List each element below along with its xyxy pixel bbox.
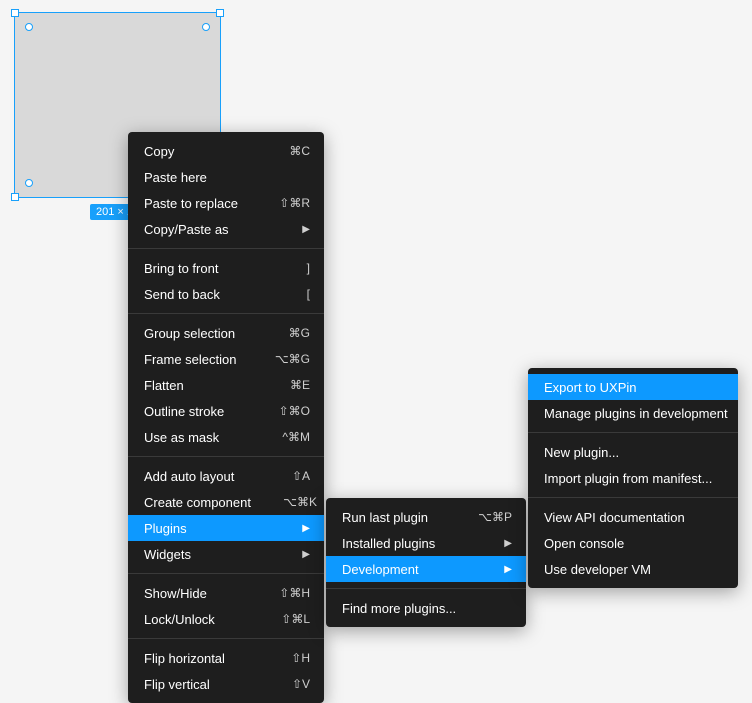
menu-use-developer-vm[interactable]: Use developer VM	[528, 556, 738, 582]
menu-label: Import plugin from manifest...	[544, 471, 724, 486]
context-menu-plugins: Run last plugin ⌥⌘P Installed plugins ▶ …	[326, 498, 526, 627]
menu-frame-selection[interactable]: Frame selection ⌥⌘G	[128, 346, 324, 372]
menu-flip-vertical[interactable]: Flip vertical ⇧V	[128, 671, 324, 697]
menu-label: Paste here	[144, 170, 310, 185]
menu-separator	[528, 432, 738, 433]
menu-separator	[128, 313, 324, 314]
menu-add-auto-layout[interactable]: Add auto layout ⇧A	[128, 463, 324, 489]
menu-label: Copy	[144, 144, 244, 159]
menu-group-selection[interactable]: Group selection ⌘G	[128, 320, 324, 346]
menu-label: Flip horizontal	[144, 651, 244, 666]
menu-label: Open console	[544, 536, 724, 551]
menu-label: Installed plugins	[342, 536, 482, 551]
menu-flip-horizontal[interactable]: Flip horizontal ⇧H	[128, 645, 324, 671]
menu-import-plugin-manifest[interactable]: Import plugin from manifest...	[528, 465, 738, 491]
menu-label: Run last plugin	[342, 510, 446, 525]
menu-shortcut: ⌥⌘G	[272, 352, 310, 366]
menu-shortcut: ⌥⌘P	[474, 510, 512, 524]
submenu-arrow-icon: ▶	[502, 564, 512, 575]
menu-flatten[interactable]: Flatten ⌘E	[128, 372, 324, 398]
menu-shortcut: ⌘G	[272, 326, 310, 340]
menu-label: Development	[342, 562, 482, 577]
menu-separator	[128, 248, 324, 249]
menu-shortcut: [	[272, 287, 310, 301]
menu-shortcut: ⇧A	[272, 469, 310, 483]
submenu-arrow-icon: ▶	[300, 523, 310, 534]
menu-separator	[128, 573, 324, 574]
radius-handle-bl[interactable]	[25, 179, 33, 187]
context-menu-main: Copy ⌘C Paste here Paste to replace ⇧⌘R …	[128, 132, 324, 703]
menu-find-more-plugins[interactable]: Find more plugins...	[326, 595, 526, 621]
menu-run-last-plugin[interactable]: Run last plugin ⌥⌘P	[326, 504, 526, 530]
menu-separator	[528, 497, 738, 498]
menu-label: Flatten	[144, 378, 244, 393]
context-menu-development: Export to UXPin Manage plugins in develo…	[528, 368, 738, 588]
menu-shortcut: ⌥⌘K	[279, 495, 317, 509]
menu-label: Bring to front	[144, 261, 244, 276]
radius-handle-tr[interactable]	[202, 23, 210, 31]
menu-view-api-documentation[interactable]: View API documentation	[528, 504, 738, 530]
menu-shortcut: ⇧⌘O	[272, 404, 310, 418]
menu-label: Plugins	[144, 521, 280, 536]
menu-label: Frame selection	[144, 352, 244, 367]
menu-label: Find more plugins...	[342, 601, 512, 616]
menu-plugins[interactable]: Plugins ▶	[128, 515, 324, 541]
menu-separator	[128, 638, 324, 639]
menu-shortcut: ]	[272, 261, 310, 275]
menu-paste-here[interactable]: Paste here	[128, 164, 324, 190]
submenu-arrow-icon: ▶	[502, 538, 512, 549]
menu-label: Lock/Unlock	[144, 612, 244, 627]
menu-outline-stroke[interactable]: Outline stroke ⇧⌘O	[128, 398, 324, 424]
resize-handle-bl[interactable]	[11, 193, 19, 201]
menu-label: Use developer VM	[544, 562, 724, 577]
menu-label: View API documentation	[544, 510, 724, 525]
menu-send-to-back[interactable]: Send to back [	[128, 281, 324, 307]
menu-label: Create component	[144, 495, 251, 510]
menu-development[interactable]: Development ▶	[326, 556, 526, 582]
submenu-arrow-icon: ▶	[300, 224, 310, 235]
menu-separator	[128, 456, 324, 457]
menu-label: Export to UXPin	[544, 380, 724, 395]
menu-shortcut: ⌘E	[272, 378, 310, 392]
menu-label: Paste to replace	[144, 196, 244, 211]
menu-new-plugin[interactable]: New plugin...	[528, 439, 738, 465]
menu-show-hide[interactable]: Show/Hide ⇧⌘H	[128, 580, 324, 606]
menu-copy[interactable]: Copy ⌘C	[128, 138, 324, 164]
menu-label: Flip vertical	[144, 677, 244, 692]
menu-copy-paste-as[interactable]: Copy/Paste as ▶	[128, 216, 324, 242]
menu-shortcut: ⇧⌘H	[272, 586, 310, 600]
menu-installed-plugins[interactable]: Installed plugins ▶	[326, 530, 526, 556]
menu-manage-plugins-development[interactable]: Manage plugins in development	[528, 400, 738, 426]
menu-shortcut: ⇧V	[272, 677, 310, 691]
menu-paste-to-replace[interactable]: Paste to replace ⇧⌘R	[128, 190, 324, 216]
menu-widgets[interactable]: Widgets ▶	[128, 541, 324, 567]
radius-handle-tl[interactable]	[25, 23, 33, 31]
menu-label: Use as mask	[144, 430, 244, 445]
menu-label: Show/Hide	[144, 586, 244, 601]
menu-label: Send to back	[144, 287, 244, 302]
menu-label: Copy/Paste as	[144, 222, 280, 237]
menu-label: New plugin...	[544, 445, 724, 460]
resize-handle-tl[interactable]	[11, 9, 19, 17]
menu-shortcut: ^⌘M	[272, 430, 310, 444]
menu-shortcut: ⇧⌘L	[272, 612, 310, 626]
menu-use-as-mask[interactable]: Use as mask ^⌘M	[128, 424, 324, 450]
menu-lock-unlock[interactable]: Lock/Unlock ⇧⌘L	[128, 606, 324, 632]
submenu-arrow-icon: ▶	[300, 549, 310, 560]
resize-handle-tr[interactable]	[216, 9, 224, 17]
menu-label: Manage plugins in development	[544, 406, 728, 421]
menu-shortcut: ⇧⌘R	[272, 196, 310, 210]
menu-label: Add auto layout	[144, 469, 244, 484]
menu-separator	[326, 588, 526, 589]
menu-export-to-uxpin[interactable]: Export to UXPin	[528, 374, 738, 400]
menu-shortcut: ⇧H	[272, 651, 310, 665]
menu-shortcut: ⌘C	[272, 144, 310, 158]
menu-label: Group selection	[144, 326, 244, 341]
menu-label: Widgets	[144, 547, 280, 562]
menu-label: Outline stroke	[144, 404, 244, 419]
menu-create-component[interactable]: Create component ⌥⌘K	[128, 489, 324, 515]
menu-bring-to-front[interactable]: Bring to front ]	[128, 255, 324, 281]
menu-open-console[interactable]: Open console	[528, 530, 738, 556]
